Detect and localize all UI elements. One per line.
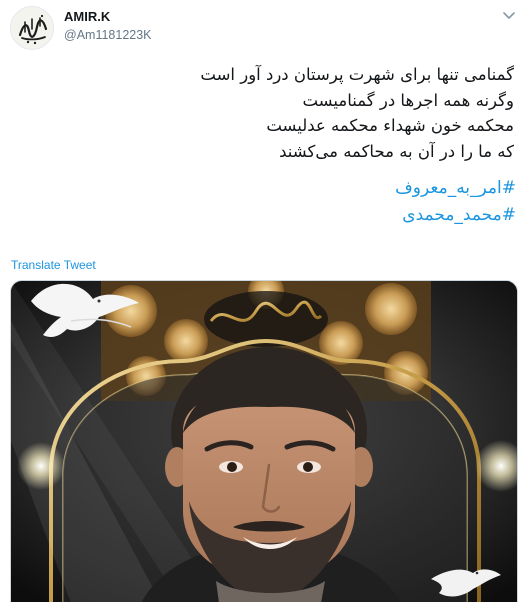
tweet-text: گمنامی تنها برای شهرت پرستان درد آور است… [14,62,514,164]
avatar[interactable] [10,6,54,50]
translate-tweet-link[interactable]: Translate Tweet [11,258,96,272]
author-handle[interactable]: @Am1181223K [64,28,152,42]
tweet-text-line: گمنامی تنها برای شهرت پرستان درد آور است [200,65,514,84]
tweet-menu-button[interactable] [500,6,518,24]
tweet-text-line: وگرنه همه اجرها در گمنامیست [302,90,514,110]
tweet-card: AMIR.K @Am1181223K گمنامی تنها برای شهرت… [0,0,528,602]
hashtag-link[interactable]: #امر_به_معروف [16,175,516,202]
hashtag-list: #امر_به_معروف #محمد_محمدی [16,175,516,229]
tweet-text-line: که ما را در آن به محاکمه می‌کشند [279,141,514,161]
memorial-photo-image [11,281,517,602]
calligraphy-avatar-icon [11,7,53,49]
hashtag-link[interactable]: #محمد_محمدی [16,202,516,229]
tweet-media-image[interactable] [10,280,518,602]
tweet-text-line: محکمه خون شهداء محکمه عدلیست [266,116,514,135]
chevron-down-icon [503,12,515,19]
author-display-name[interactable]: AMIR.K [64,9,110,24]
